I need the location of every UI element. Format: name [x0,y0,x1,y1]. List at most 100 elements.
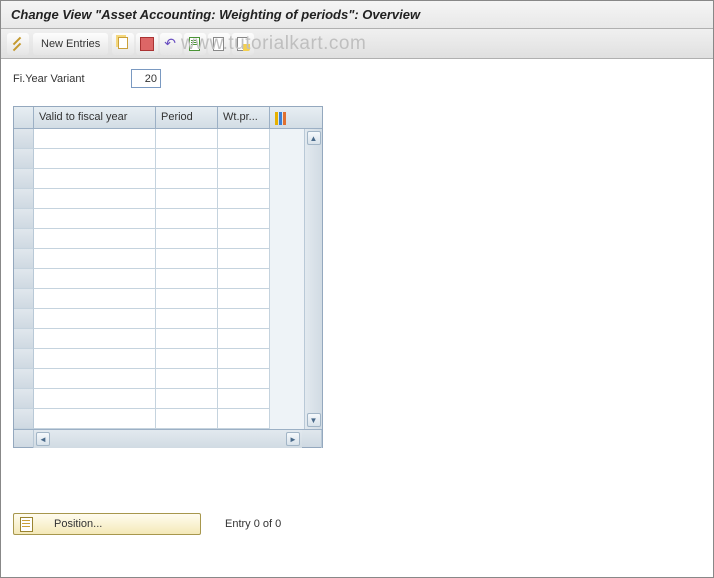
horizontal-scrollbar[interactable]: ◄ ► [34,430,302,448]
table-row [34,209,304,229]
table-cell[interactable] [156,309,218,329]
table-cell[interactable] [218,249,270,269]
table-row [34,329,304,349]
table-footer: ◄ ► [14,429,322,447]
footer-scroll-corner [302,430,322,448]
new-entries-label: New Entries [41,38,100,50]
vertical-scrollbar[interactable]: ▲ ▼ [304,129,322,429]
scroll-down-button[interactable]: ▼ [307,413,321,427]
table-cell[interactable] [218,309,270,329]
row-selector[interactable] [14,309,34,329]
table-cell[interactable] [156,129,218,149]
delete-button[interactable] [136,33,158,55]
row-selector[interactable] [14,129,34,149]
table-row [34,269,304,289]
row-selector[interactable] [14,329,34,349]
table-cell[interactable] [34,249,156,269]
table-cell[interactable] [218,129,270,149]
table-cell[interactable] [218,349,270,369]
table-cell[interactable] [34,289,156,309]
undo-icon [163,36,179,52]
undo-change-button[interactable] [160,33,182,55]
table-cell[interactable] [34,269,156,289]
table-cell[interactable] [34,209,156,229]
row-selector[interactable] [14,149,34,169]
table-cell[interactable] [156,289,218,309]
row-selector[interactable] [14,389,34,409]
table-corner-selector[interactable] [14,107,34,128]
scroll-right-button[interactable]: ► [286,432,300,446]
application-toolbar: New Entries www.tutorialkart.com [1,29,713,59]
row-selector[interactable] [14,249,34,269]
table-cell[interactable] [156,209,218,229]
table-cell[interactable] [34,349,156,369]
table-cell[interactable] [218,149,270,169]
table-row [34,149,304,169]
table-cell[interactable] [34,329,156,349]
table-cell[interactable] [218,209,270,229]
row-selector[interactable] [14,209,34,229]
fiscal-year-variant-input[interactable] [131,69,161,88]
table-cell[interactable] [156,349,218,369]
table-cell[interactable] [156,249,218,269]
table-cell[interactable] [156,169,218,189]
table-cell[interactable] [34,309,156,329]
table-header-row: Valid to fiscal year Period Wt.pr... [14,107,322,129]
table-row [34,189,304,209]
scroll-left-button[interactable]: ◄ [36,432,50,446]
table-cell[interactable] [34,149,156,169]
deselect-all-button[interactable] [232,33,254,55]
table-cell[interactable] [34,229,156,249]
table-cell[interactable] [218,389,270,409]
table-cell[interactable] [34,189,156,209]
copy-as-button[interactable] [112,33,134,55]
delete-icon [139,36,155,52]
table-cell[interactable] [218,189,270,209]
table-cell[interactable] [156,389,218,409]
table-cell[interactable] [218,229,270,249]
table-cell[interactable] [218,329,270,349]
table-cell[interactable] [218,169,270,189]
toggle-display-change-button[interactable] [7,33,29,55]
deselect-all-icon [235,36,251,52]
row-selector-column [14,129,34,429]
table-row [34,349,304,369]
table-cell[interactable] [156,409,218,429]
table-cell[interactable] [156,329,218,349]
table-cell[interactable] [218,269,270,289]
table-cell[interactable] [34,169,156,189]
table-cell[interactable] [156,149,218,169]
column-header-valid-to-fiscal-year[interactable]: Valid to fiscal year [34,107,156,128]
table-cell[interactable] [218,409,270,429]
column-header-period[interactable]: Period [156,107,218,128]
row-selector[interactable] [14,189,34,209]
row-selector[interactable] [14,289,34,309]
new-entries-button[interactable]: New Entries [33,33,108,55]
table-cell[interactable] [218,289,270,309]
column-header-weight[interactable]: Wt.pr... [218,107,270,128]
table-cell[interactable] [156,229,218,249]
table-cell[interactable] [156,369,218,389]
select-block-icon [211,36,227,52]
position-button[interactable]: Position... [13,513,201,535]
select-block-button[interactable] [208,33,230,55]
table-cell[interactable] [34,389,156,409]
row-selector[interactable] [14,269,34,289]
table-row [34,389,304,409]
table-row [34,289,304,309]
row-selector[interactable] [14,349,34,369]
row-selector[interactable] [14,369,34,389]
table-cell[interactable] [34,369,156,389]
table-cell[interactable] [34,129,156,149]
row-selector[interactable] [14,169,34,189]
content-area: Fi.Year Variant Valid to fiscal year Per… [1,59,713,458]
select-all-button[interactable] [184,33,206,55]
table-cell[interactable] [34,409,156,429]
table-settings-button[interactable] [270,107,290,128]
row-selector[interactable] [14,229,34,249]
scroll-up-button[interactable]: ▲ [307,131,321,145]
table-cell[interactable] [156,269,218,289]
table-cell[interactable] [156,189,218,209]
table-cell[interactable] [218,369,270,389]
row-selector[interactable] [14,409,34,429]
